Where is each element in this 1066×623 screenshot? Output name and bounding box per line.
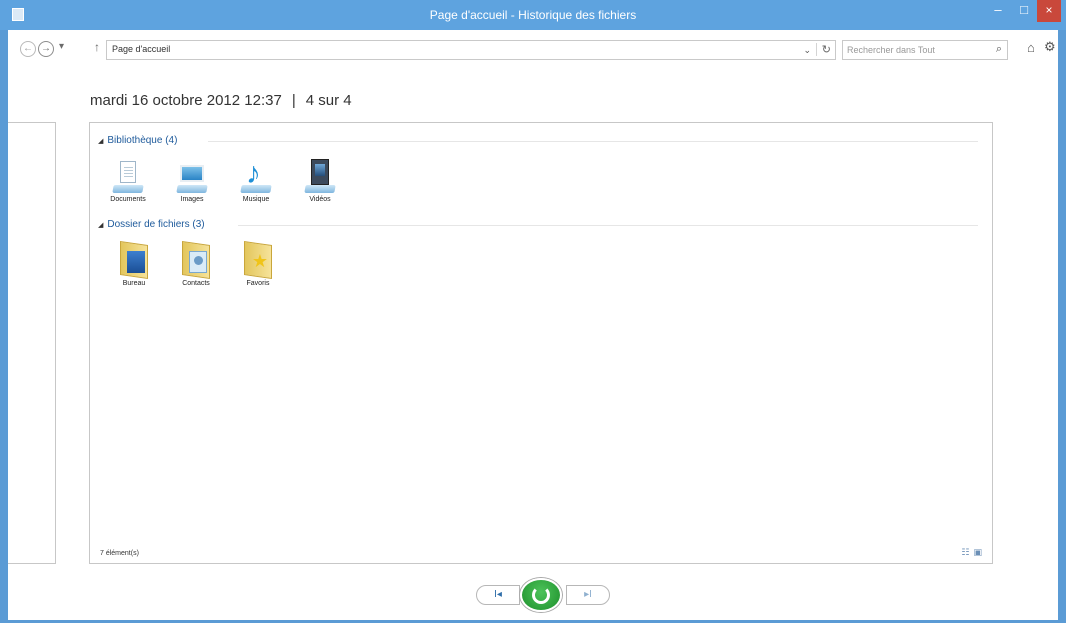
snapshot-date: mardi 16 octobre 2012 12:37 <box>90 92 282 109</box>
pictures-library-icon <box>174 157 210 195</box>
previous-version-pane[interactable] <box>8 122 56 564</box>
view-switcher: ☷▣ <box>961 547 986 558</box>
forward-button[interactable]: → <box>38 41 54 57</box>
library-item-videos[interactable]: Vidéos <box>292 157 348 203</box>
desktop-folder-icon <box>116 241 152 279</box>
next-version-button[interactable]: ▸I <box>566 585 610 605</box>
refresh-icon[interactable]: ↻ <box>815 43 831 56</box>
item-label: Documents <box>110 196 146 203</box>
file-history-window: Page d'accueil - Historique des fichiers… <box>0 0 1066 623</box>
title-bar[interactable]: Page d'accueil - Historique des fichiers… <box>0 0 1066 30</box>
gear-icon[interactable]: ⚙ <box>1044 39 1056 55</box>
contacts-folder-icon <box>178 241 214 279</box>
playback-controls: I◂ ▸I <box>476 578 610 612</box>
up-arrow-icon[interactable]: ↑ <box>94 40 100 54</box>
folder-item-contacts[interactable]: Contacts <box>168 241 224 287</box>
address-bar[interactable]: Page d'accueil ⌄ ↻ <box>106 40 836 60</box>
search-input[interactable] <box>847 43 987 57</box>
group-header-libraries[interactable]: ◢ Bibliothèque (4) <box>98 135 177 146</box>
item-label: Images <box>180 196 204 203</box>
collapse-triangle-icon[interactable]: ◢ <box>98 222 103 229</box>
maximize-button[interactable]: □ <box>1011 0 1037 22</box>
address-dropdown-icon[interactable]: ⌄ <box>803 45 811 56</box>
documents-library-icon <box>110 157 146 195</box>
address-text: Page d'accueil <box>112 44 171 54</box>
details-view-icon[interactable]: ☷ <box>961 547 973 558</box>
folder-item-bureau[interactable]: Bureau <box>106 241 162 287</box>
music-library-icon: ♪ <box>238 157 274 195</box>
group-divider <box>208 141 978 142</box>
item-label: Bureau <box>122 280 146 287</box>
restore-button[interactable] <box>520 578 562 612</box>
item-label: Favoris <box>246 280 270 287</box>
folder-item-favoris[interactable]: ★ Favoris <box>230 241 286 287</box>
group-header-folders[interactable]: ◢ Dossier de fichiers (3) <box>98 219 205 230</box>
restore-arrow-icon <box>532 586 550 604</box>
snapshot-separator: | <box>291 92 296 109</box>
videos-library-icon <box>302 157 338 195</box>
large-icons-view-icon[interactable]: ▣ <box>973 547 986 558</box>
previous-version-button[interactable]: I◂ <box>476 585 520 605</box>
favorites-folder-icon: ★ <box>240 241 276 279</box>
home-icon[interactable]: ⌂ <box>1027 40 1035 55</box>
item-label: Vidéos <box>309 196 331 203</box>
back-button[interactable]: ← <box>20 41 36 57</box>
group-divider <box>238 225 978 226</box>
search-icon[interactable]: ⌕ <box>996 43 1002 56</box>
collapse-triangle-icon[interactable]: ◢ <box>98 138 103 145</box>
window-title: Page d'accueil - Historique des fichiers <box>429 8 637 22</box>
library-item-musique[interactable]: ♪ Musique <box>228 157 284 203</box>
item-label: Contacts <box>182 280 210 287</box>
recent-locations-dropdown[interactable]: ▾ <box>59 41 64 52</box>
content-pane: ◢ Bibliothèque (4) Documents Images ♪ Mus… <box>89 122 993 564</box>
client-area: ← → ▾ ↑ Page d'accueil ⌄ ↻ ⌕ ⌂ ⚙ mardi 1… <box>8 30 1058 620</box>
snapshot-position: 4 sur 4 <box>305 92 352 109</box>
item-label: Musique <box>242 196 270 203</box>
minimize-button[interactable]: – <box>985 0 1011 22</box>
library-item-documents[interactable]: Documents <box>100 157 156 203</box>
library-item-images[interactable]: Images <box>164 157 220 203</box>
group-title: Dossier de fichiers (3) <box>107 219 205 230</box>
navigation-bar: ← → ▾ ↑ Page d'accueil ⌄ ↻ ⌕ ⌂ ⚙ <box>8 30 1058 68</box>
close-button[interactable]: × <box>1037 0 1061 22</box>
group-title: Bibliothèque (4) <box>107 135 178 146</box>
search-box[interactable]: ⌕ <box>842 40 1008 60</box>
status-item-count: 7 élément(s) <box>100 550 139 557</box>
snapshot-header: mardi 16 octobre 2012 12:37 | 4 sur 4 <box>90 92 352 109</box>
